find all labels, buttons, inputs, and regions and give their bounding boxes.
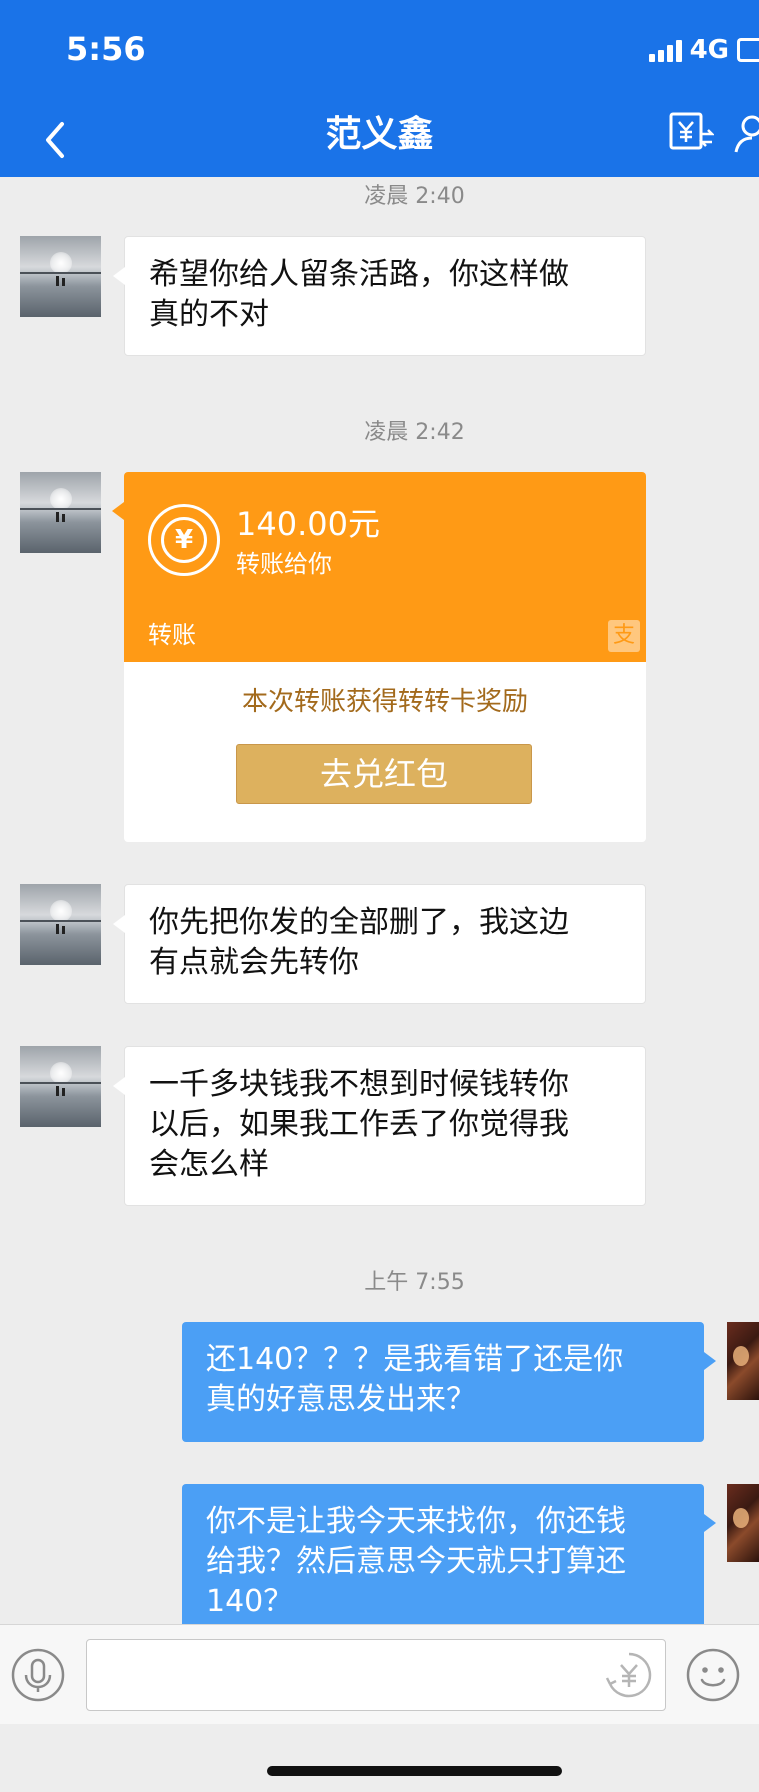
transfer-money-icon[interactable] xyxy=(668,108,714,156)
time-divider: 凌晨 2:42 xyxy=(364,420,465,445)
message-line: 有点就会先转你 xyxy=(149,945,359,980)
message-bubble-incoming[interactable]: 你先把你发的全部删了，我这边 有点就会先转你 xyxy=(113,884,646,1004)
contact-avatar[interactable] xyxy=(20,472,101,553)
contact-avatar[interactable] xyxy=(20,1046,101,1127)
redeem-red-packet-button[interactable]: 去兑红包 xyxy=(236,744,532,804)
contact-avatar[interactable] xyxy=(20,884,101,965)
my-avatar[interactable] xyxy=(727,1484,759,1562)
message-bubble-outgoing[interactable]: 你不是让我今天来找你，你还钱 给我？然后意思今天就只打算还 140？ xyxy=(182,1484,716,1644)
status-bar: 5:56 4G xyxy=(0,0,759,100)
message-bubble-incoming[interactable]: 希望你给人留条活路，你这样做 真的不对 xyxy=(113,236,646,356)
message-line: 140？ xyxy=(206,1584,294,1619)
message-line: 真的好意思发出来？ xyxy=(206,1382,476,1417)
status-time: 5:56 xyxy=(66,30,146,68)
message-input[interactable] xyxy=(86,1639,666,1711)
message-line: 真的不对 xyxy=(149,297,269,332)
message-bubble-incoming[interactable]: 一千多块钱我不想到时候钱转你 以后，如果我工作丢了你觉得我 会怎么样 xyxy=(113,1046,646,1206)
message-line: 给我？然后意思今天就只打算还 xyxy=(206,1544,626,1579)
transfer-card-header: ¥ 140.00元 转账给你 转账 支 xyxy=(124,472,646,662)
my-avatar[interactable] xyxy=(727,1322,759,1400)
red-packet-icon[interactable] xyxy=(605,1651,653,1699)
signal-icon xyxy=(648,38,682,62)
input-bar xyxy=(0,1624,759,1724)
message-line: 还140？？？是我看错了还是你 xyxy=(206,1342,624,1377)
home-indicator[interactable] xyxy=(267,1766,562,1776)
message-bubble-outgoing[interactable]: 还140？？？是我看错了还是你 真的好意思发出来？ xyxy=(182,1322,716,1442)
emoji-icon[interactable] xyxy=(685,1647,741,1703)
message-line: 一千多块钱我不想到时候钱转你 xyxy=(149,1067,569,1102)
transfer-type-label: 转账 xyxy=(148,621,196,649)
message-line: 你先把你发的全部删了，我这边 xyxy=(149,905,569,940)
transfer-amount: 140.00元 xyxy=(236,505,380,543)
time-divider: 上午 7:55 xyxy=(364,1270,465,1295)
time-divider: 凌晨 2:40 xyxy=(364,184,465,209)
transfer-reward-text: 本次转账获得转转卡奖励 xyxy=(241,687,528,717)
status-indicators: 4G xyxy=(648,32,759,68)
battery-icon xyxy=(737,38,759,62)
message-line: 你不是让我今天来找你，你还钱 xyxy=(206,1504,626,1539)
nav-bar: 范义鑫 xyxy=(0,100,759,177)
alipay-icon: 支 xyxy=(608,620,640,652)
message-line: 希望你给人留条活路，你这样做 xyxy=(149,257,569,292)
message-line: 会怎么样 xyxy=(149,1147,269,1182)
message-line: 以后，如果我工作丢了你觉得我 xyxy=(149,1107,569,1142)
transfer-card[interactable]: ¥ 140.00元 转账给你 转账 支 本次转账获得转转卡奖励 去兑红包 xyxy=(112,472,646,842)
transfer-coin-icon: ¥ xyxy=(148,504,220,576)
chat-title: 范义鑫 xyxy=(325,114,434,155)
profile-icon[interactable] xyxy=(732,108,759,156)
transfer-subtitle: 转账给你 xyxy=(236,550,332,578)
network-label: 4G xyxy=(689,35,729,65)
contact-avatar[interactable] xyxy=(20,236,101,317)
voice-icon[interactable] xyxy=(10,1647,66,1703)
